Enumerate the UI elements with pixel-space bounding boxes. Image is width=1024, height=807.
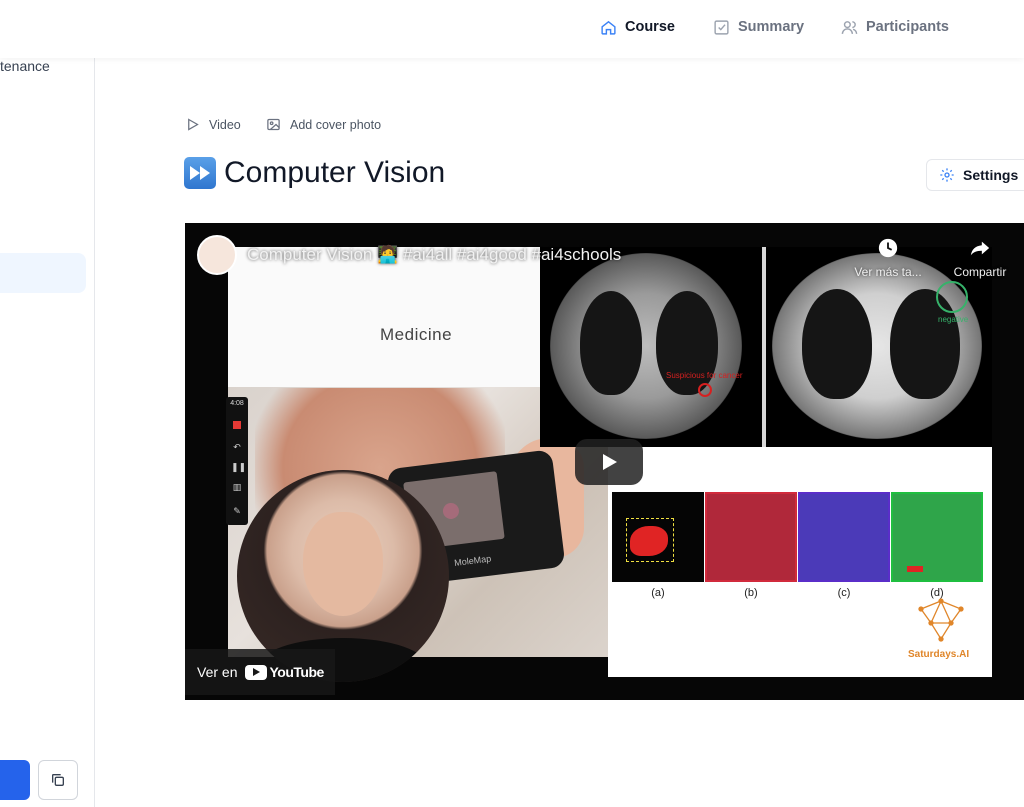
presenter-face	[303, 512, 383, 616]
nav-course[interactable]: Course	[600, 0, 675, 54]
sidebar: tenance	[0, 58, 95, 807]
share-label: Compartir	[953, 265, 1007, 279]
share-arrow-icon	[970, 241, 990, 256]
saturdays-logo-icon	[918, 598, 964, 642]
nav-participants-label: Participants	[866, 19, 949, 35]
video-title[interactable]: Computer Vision 🧑‍💻 #ai4all #ai4good #ai…	[247, 245, 621, 265]
ct-lung	[580, 291, 642, 395]
segmentation-panel-c	[798, 492, 890, 582]
play-icon	[603, 454, 617, 470]
copy-icon	[52, 774, 64, 786]
youtube-embed[interactable]: Medicine MoleMap Suspicious for cancer n…	[185, 223, 1024, 700]
panel-label-c: (c)	[837, 587, 851, 599]
slide-medicine-text: Medicine	[380, 325, 453, 344]
segmentation-panel-a	[612, 492, 704, 582]
recording-toolbar: 4:08 ↶ ❚❚ ▥ ✎	[226, 397, 248, 525]
youtube-wordmark: YouTube	[269, 664, 324, 680]
panel-label-a: (a)	[651, 587, 665, 599]
clock-icon	[878, 238, 898, 258]
slide-segmentation: (a) (b) (c) (d) Saturdays.AI	[608, 447, 992, 677]
pause-icon: ❚❚	[231, 462, 247, 472]
nav-summary-label: Summary	[738, 19, 805, 35]
play-outline-icon	[188, 118, 199, 131]
top-navigation: Course Summary Participants	[0, 0, 1024, 58]
add-cover-photo-chip[interactable]: Add cover photo	[266, 117, 381, 132]
undo-icon: ↶	[233, 442, 241, 452]
watch-on-youtube-button[interactable]: Ver en YouTube	[185, 649, 335, 695]
video-chip-label: Video	[209, 117, 241, 132]
watch-later-button[interactable]: Ver más ta...	[843, 237, 933, 279]
nav-course-label: Course	[625, 19, 675, 35]
lesson-title[interactable]: Computer Vision	[184, 156, 445, 190]
recording-time: 4:08	[230, 400, 244, 407]
share-button[interactable]: Compartir	[935, 237, 1024, 279]
play-button[interactable]	[575, 439, 643, 485]
trash-icon: ▥	[232, 482, 242, 492]
nav-participants[interactable]: Participants	[841, 0, 949, 54]
settings-label: Settings	[963, 167, 1019, 183]
watch-later-label: Ver más ta...	[854, 265, 922, 279]
image-icon	[267, 118, 280, 131]
negative-label: negative	[938, 315, 969, 324]
device-mole	[442, 502, 460, 520]
youtube-play-icon	[245, 664, 268, 680]
channel-avatar[interactable]	[197, 235, 237, 275]
sidebar-item-maintenance[interactable]: tenance	[0, 58, 50, 74]
ct-divider	[762, 247, 766, 447]
users-icon	[841, 20, 858, 34]
saturdays-brand: Saturdays.AI	[908, 649, 970, 660]
fast-forward-icon	[184, 157, 216, 189]
settings-button[interactable]: Settings	[926, 159, 1024, 191]
ct-lung	[802, 289, 872, 399]
slide-title-panel: Medicine	[228, 247, 540, 387]
checkbox-icon	[714, 19, 729, 35]
device-brand: MoleMap	[453, 553, 492, 568]
cover-chip-label: Add cover photo	[290, 117, 382, 132]
segmentation-panel-d	[891, 492, 983, 582]
sidebar-primary-button[interactable]	[0, 760, 30, 800]
add-video-chip[interactable]: Video	[185, 117, 241, 132]
sidebar-item-active[interactable]	[0, 253, 86, 293]
segmentation-panel-b	[705, 492, 797, 582]
lesson-title-text: Computer Vision	[224, 156, 446, 189]
nav-summary[interactable]: Summary	[713, 0, 804, 54]
youtube-logo: YouTube	[245, 664, 324, 680]
duplicate-button[interactable]	[38, 760, 78, 800]
suspicious-marker	[698, 383, 712, 397]
pen-icon: ✎	[233, 506, 241, 516]
suspicious-label: Suspicious for cancer	[666, 371, 743, 380]
stop-icon	[233, 421, 241, 429]
home-icon	[601, 20, 616, 35]
negative-marker	[936, 281, 968, 313]
gear-icon	[940, 168, 954, 182]
watch-on-label: Ver en	[197, 664, 238, 680]
panel-label-b: (b)	[744, 587, 758, 599]
